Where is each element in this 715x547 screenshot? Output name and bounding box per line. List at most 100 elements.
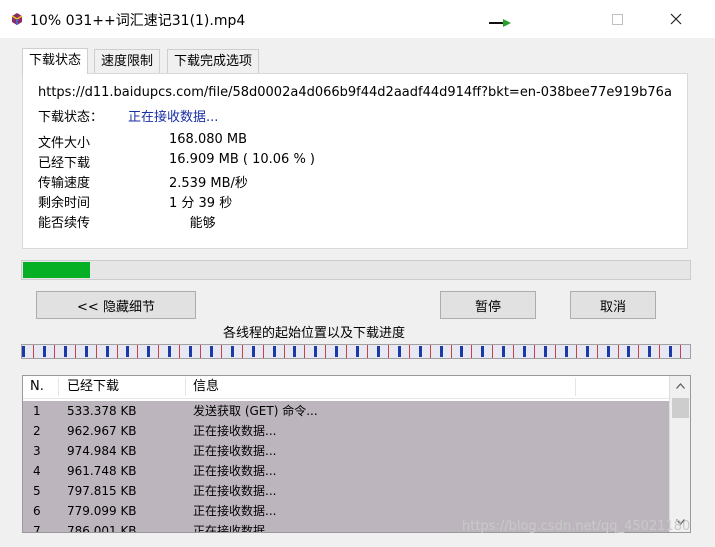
resume-value: 能够 — [169, 216, 216, 231]
pause-button[interactable]: 暂停 — [440, 291, 536, 319]
thread-segment-progress — [293, 346, 296, 357]
speed-value: 2.539 MB/秒 — [169, 176, 248, 191]
list-header: N. 已经下载 信息 — [23, 376, 669, 399]
thread-segment-divider — [54, 345, 55, 358]
downloaded-value: 16.909 MB ( 10.06 % ) — [169, 152, 315, 167]
thread-segment-progress — [481, 346, 484, 357]
threads-label: 各线程的起始位置以及下载进度 — [222, 326, 405, 341]
time-left-value: 1 分 39 秒 — [169, 196, 233, 211]
thread-segment-divider — [430, 345, 431, 358]
thread-segment-divider — [221, 345, 222, 358]
hide-details-button[interactable]: << 隐藏细节 — [36, 291, 196, 319]
thread-segment-progress — [356, 346, 359, 357]
thread-segment-divider — [96, 345, 97, 358]
thread-list: N. 已经下载 信息 1 533.378 KB 发送获取 (GET) 命令...… — [22, 375, 691, 533]
thread-segment-progress — [189, 346, 192, 357]
status-value: 正在接收数据... — [128, 110, 219, 125]
thread-segment-progress — [627, 346, 630, 357]
thread-segment-divider — [117, 345, 118, 358]
thread-segment-progress — [419, 346, 422, 357]
arrow-right-icon — [489, 19, 511, 27]
thread-segment-divider — [158, 345, 159, 358]
thread-segment-progress — [273, 346, 276, 357]
thread-segment-divider — [680, 345, 681, 358]
thread-segment-divider — [597, 345, 598, 358]
row-downloaded: 961.748 KB — [67, 464, 137, 478]
thread-segment-divider — [451, 345, 452, 358]
thread-segment-divider — [638, 345, 639, 358]
list-scrollbar[interactable] — [669, 376, 690, 532]
thread-segment-progress — [607, 346, 610, 357]
column-divider[interactable] — [185, 378, 186, 396]
row-number: 3 — [33, 444, 41, 458]
column-header-number[interactable]: N. — [30, 376, 44, 398]
row-downloaded: 786.001 KB — [67, 524, 137, 533]
thread-segment-progress — [586, 346, 589, 357]
row-downloaded: 962.967 KB — [67, 424, 137, 438]
thread-segment-divider — [200, 345, 201, 358]
thread-segment-divider — [304, 345, 305, 358]
thread-progress-bar — [21, 344, 691, 359]
list-body: 1 533.378 KB 发送获取 (GET) 命令... 2 962.967 … — [23, 401, 669, 532]
thread-segment-divider — [284, 345, 285, 358]
list-row[interactable]: 3 974.984 KB 正在接收数据... — [23, 441, 669, 461]
column-header-info[interactable]: 信息 — [193, 376, 219, 398]
list-row[interactable]: 2 962.967 KB 正在接收数据... — [23, 421, 669, 441]
thread-segment-progress — [398, 346, 401, 357]
status-label: 下载状态： — [38, 110, 104, 125]
maximize-button[interactable] — [594, 0, 640, 38]
row-info: 发送获取 (GET) 命令... — [193, 404, 318, 418]
thread-segment-progress — [544, 346, 547, 357]
thread-segment-divider — [409, 345, 410, 358]
thread-segment-divider — [534, 345, 535, 358]
column-divider[interactable] — [575, 378, 576, 396]
tab-download-status[interactable]: 下载状态 — [22, 48, 89, 74]
time-left-label: 剩余时间 — [38, 196, 91, 211]
tab-completion-options[interactable]: 下载完成选项 — [167, 49, 260, 73]
thread-segment-progress — [106, 346, 109, 357]
resume-label: 能否续传 — [38, 216, 91, 231]
thread-segment-progress — [460, 346, 463, 357]
thread-segment-progress — [669, 346, 672, 357]
thread-segment-divider — [179, 345, 180, 358]
thread-segment-divider — [75, 345, 76, 358]
file-size-label: 文件大小 — [38, 136, 91, 151]
close-button[interactable] — [653, 0, 699, 38]
row-info: 正在接收数据... — [193, 524, 277, 533]
column-header-downloaded[interactable]: 已经下载 — [67, 376, 119, 398]
chevron-up-icon — [676, 383, 685, 389]
thread-segment-progress — [565, 346, 568, 357]
thread-segment-divider — [346, 345, 347, 358]
tab-speed-limit[interactable]: 速度限制 — [94, 49, 161, 73]
thread-segment-divider — [325, 345, 326, 358]
list-row[interactable]: 1 533.378 KB 发送获取 (GET) 命令... — [23, 401, 669, 421]
thread-segment-progress — [64, 346, 67, 357]
list-row[interactable]: 6 779.099 KB 正在接收数据... — [23, 501, 669, 521]
row-number: 4 — [33, 464, 41, 478]
thread-segment-progress — [314, 346, 317, 357]
status-panel: https://d11.baidupcs.com/file/58d0002a4d… — [22, 73, 688, 249]
thread-segment-progress — [231, 346, 234, 357]
column-divider[interactable] — [58, 378, 59, 396]
row-info: 正在接收数据... — [193, 444, 277, 458]
scroll-thumb[interactable] — [672, 398, 689, 418]
speed-label: 传输速度 — [38, 176, 91, 191]
thread-segment-progress — [126, 346, 129, 357]
list-row[interactable]: 4 961.748 KB 正在接收数据... — [23, 461, 669, 481]
title-bar: 10% 031++词汇速记31(1).mp4 — [0, 0, 715, 38]
row-info: 正在接收数据... — [193, 424, 277, 438]
thread-segment-progress — [43, 346, 46, 357]
thread-segment-divider — [471, 345, 472, 358]
thread-segment-divider — [576, 345, 577, 358]
cancel-button[interactable]: 取消 — [570, 291, 656, 319]
thread-segment-progress — [440, 346, 443, 357]
thread-segment-divider — [659, 345, 660, 358]
thread-segment-progress — [85, 346, 88, 357]
row-downloaded: 779.099 KB — [67, 504, 137, 518]
file-size-value: 168.080 MB — [169, 132, 248, 147]
row-number: 7 — [33, 524, 41, 533]
scroll-up-button[interactable] — [670, 377, 690, 395]
list-row[interactable]: 5 797.815 KB 正在接收数据... — [23, 481, 669, 501]
watermark: https://blog.csdn.net/qq_45021180 — [462, 519, 691, 534]
download-url: https://d11.baidupcs.com/file/58d0002a4d… — [38, 85, 672, 100]
